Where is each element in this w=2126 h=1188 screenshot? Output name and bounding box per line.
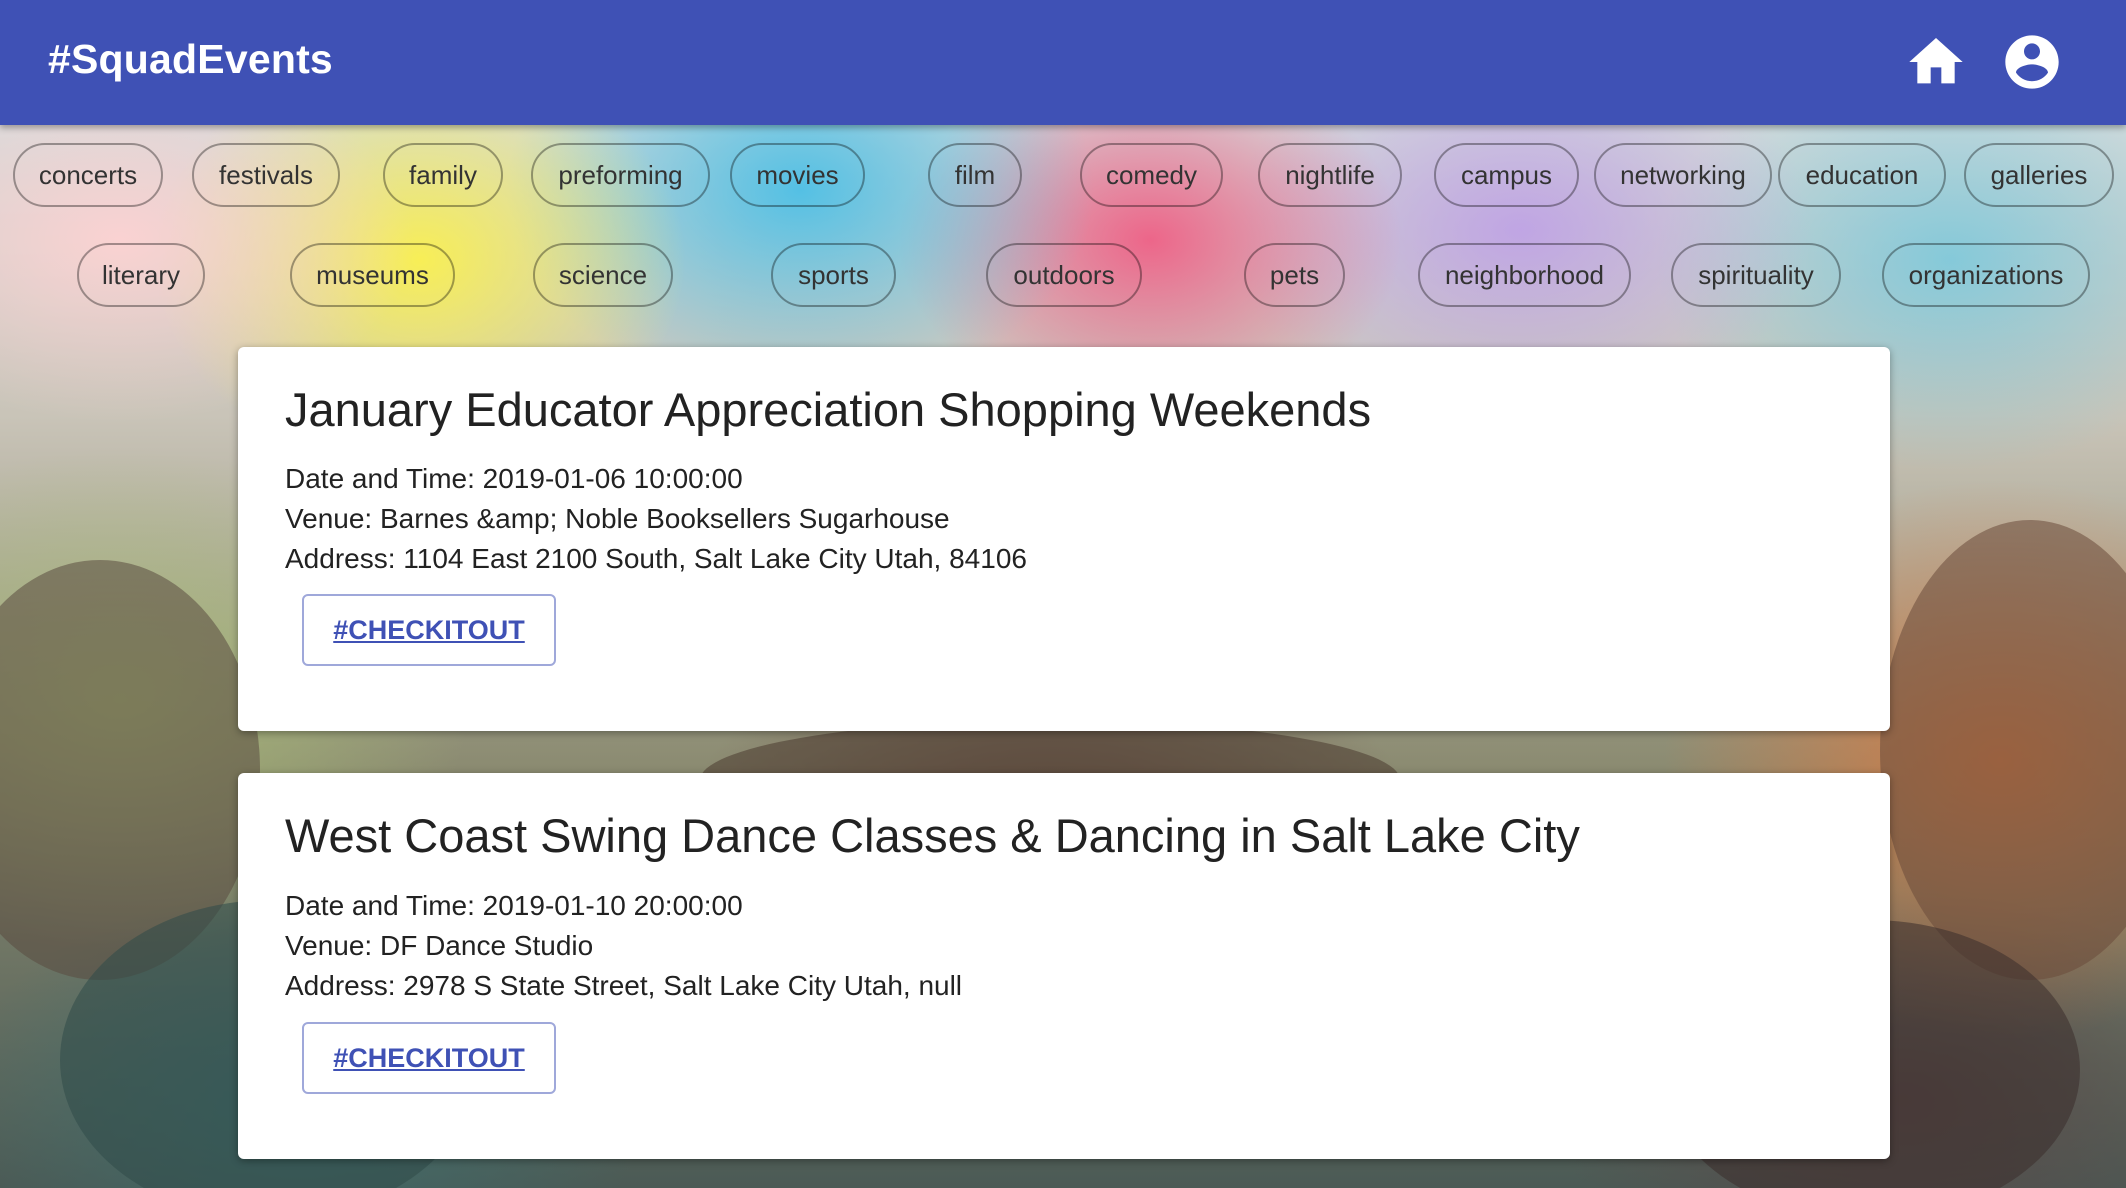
chip-literary[interactable]: literary xyxy=(77,243,205,307)
event-title: West Coast Swing Dance Classes & Dancing… xyxy=(285,809,1580,862)
event-card: January Educator Appreciation Shopping W… xyxy=(238,347,1890,731)
chip-sports[interactable]: sports xyxy=(771,243,896,307)
chip-comedy[interactable]: comedy xyxy=(1080,143,1223,207)
chip-pets[interactable]: pets xyxy=(1244,243,1345,307)
chip-organizations[interactable]: organizations xyxy=(1882,243,2090,307)
chip-preforming[interactable]: preforming xyxy=(531,143,710,207)
app-bar: #SquadEvents xyxy=(0,0,2126,125)
event-title: January Educator Appreciation Shopping W… xyxy=(285,383,1372,436)
chip-concerts[interactable]: concerts xyxy=(13,143,163,207)
chip-neighborhood[interactable]: neighborhood xyxy=(1418,243,1631,307)
chip-campus[interactable]: campus xyxy=(1434,143,1579,207)
chip-education[interactable]: education xyxy=(1778,143,1946,207)
event-datetime: Date and Time: 2019-01-10 20:00:00 xyxy=(285,890,743,921)
chip-networking[interactable]: networking xyxy=(1594,143,1772,207)
event-address: Address: 1104 East 2100 South, Salt Lake… xyxy=(285,543,1027,574)
checkitout-button[interactable]: #CHECKITOUT xyxy=(302,594,556,666)
chip-science[interactable]: science xyxy=(533,243,673,307)
chip-film[interactable]: film xyxy=(928,143,1022,207)
chip-festivals[interactable]: festivals xyxy=(192,143,340,207)
app-title[interactable]: #SquadEvents xyxy=(48,36,333,83)
chip-museums[interactable]: museums xyxy=(290,243,455,307)
chip-spirituality[interactable]: spirituality xyxy=(1671,243,1841,307)
chip-family[interactable]: family xyxy=(383,143,503,207)
account-circle-icon[interactable] xyxy=(2000,30,2064,94)
event-card: West Coast Swing Dance Classes & Dancing… xyxy=(238,773,1890,1159)
chip-nightlife[interactable]: nightlife xyxy=(1258,143,1402,207)
home-icon[interactable] xyxy=(1904,30,1968,94)
event-address: Address: 2978 S State Street, Salt Lake … xyxy=(285,970,963,1001)
checkitout-button[interactable]: #CHECKITOUT xyxy=(302,1022,556,1094)
chip-outdoors[interactable]: outdoors xyxy=(986,243,1142,307)
crowd-shape xyxy=(1880,520,2126,980)
chip-movies[interactable]: movies xyxy=(730,143,865,207)
event-venue: Venue: DF Dance Studio xyxy=(285,930,594,961)
event-datetime: Date and Time: 2019-01-06 10:00:00 xyxy=(285,463,743,494)
event-venue: Venue: Barnes &amp; Noble Booksellers Su… xyxy=(285,503,950,534)
chip-galleries[interactable]: galleries xyxy=(1964,143,2114,207)
